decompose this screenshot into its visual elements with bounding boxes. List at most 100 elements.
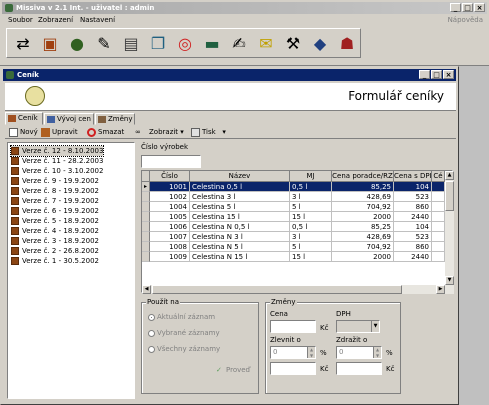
people-icon[interactable]: ☗	[335, 31, 359, 55]
row-indicator	[142, 252, 150, 262]
increase-percent-input[interactable]: 0 ▲ ▼	[336, 346, 382, 359]
money-bag-icon[interactable]: ●	[65, 31, 89, 55]
column-header[interactable]: Cena poradce/RZ	[332, 171, 394, 182]
increase-amount-input[interactable]	[336, 362, 382, 375]
scroll-right-icon[interactable]: ▶	[436, 285, 445, 294]
version-list[interactable]: Verze č. 12 - 8.10.2003 Verze č. 11 - 28.…	[7, 142, 135, 399]
table-cell: Celestina N 0,5 l	[190, 222, 290, 232]
table-cell: Celestina 0,5 l	[190, 182, 290, 192]
menu-napoveda[interactable]: Nápověda	[448, 15, 483, 26]
column-header[interactable]: Cé	[432, 171, 445, 182]
maximize-icon[interactable]: □	[431, 70, 442, 79]
vertical-scrollbar[interactable]: ▲ ▼	[445, 171, 454, 285]
scroll-thumb[interactable]	[445, 181, 454, 211]
changes-group: Změny Cena DPH Kč ▼ Zlevnit o Zdražit o …	[265, 298, 401, 394]
table-cell	[432, 182, 445, 192]
close-icon[interactable]: ×	[443, 70, 454, 79]
menu-zobrazeni[interactable]: Zobrazení	[38, 15, 73, 26]
discount-percent-input[interactable]: 0 ▲ ▼	[270, 346, 316, 359]
cenik-logo-icon	[6, 71, 14, 79]
row-indicator	[142, 202, 150, 212]
forms-icon[interactable]: ▤	[119, 31, 143, 55]
writing-icon[interactable]: ✍	[227, 31, 251, 55]
minimize-icon[interactable]: _	[419, 70, 430, 79]
table-cell: 3 l	[290, 232, 332, 242]
radio-label: Vybrané záznamy	[157, 329, 220, 337]
stepper-icon[interactable]: ▲ ▼	[307, 347, 315, 358]
increase-label: Zdražit o	[336, 336, 368, 344]
version-item[interactable]: Verze č. 4 - 18.9.2002	[11, 226, 99, 236]
scroll-thumb[interactable]	[152, 285, 402, 294]
scroll-left-icon[interactable]: ◀	[142, 285, 151, 294]
menu-soubor[interactable]: Soubor	[8, 15, 33, 26]
table-cell: 5 l	[290, 242, 332, 252]
apply-to-group: Použít na Aktuální záznam Vybrané záznam…	[141, 298, 259, 394]
product-number-input[interactable]	[141, 155, 201, 168]
book-icon[interactable]: ▬	[200, 31, 224, 55]
documents-icon[interactable]: ❐	[146, 31, 170, 55]
maximize-icon[interactable]: □	[462, 3, 473, 12]
print-button[interactable]: Tisk ▾	[191, 127, 226, 138]
lifebuoy-icon[interactable]: ◎	[173, 31, 197, 55]
tab-label: Změny	[108, 115, 133, 123]
version-item[interactable]: Verze č. 1 - 30.5.2002	[11, 256, 99, 266]
tab-vyvoj-cen[interactable]: Vývoj cen	[44, 113, 94, 125]
table-cell	[432, 222, 445, 232]
chevron-down-icon[interactable]: ▼	[371, 321, 379, 332]
form-title: Formulář ceníky	[348, 89, 444, 103]
view-button[interactable]: ∞ Zobrazit ▾	[135, 127, 184, 138]
bag-icon[interactable]: ▣	[38, 31, 62, 55]
price-input[interactable]	[270, 320, 316, 333]
hammer-icon[interactable]: ⚒	[281, 31, 305, 55]
scroll-up-icon[interactable]: ▲	[445, 171, 454, 180]
column-header[interactable]: MJ	[290, 171, 332, 182]
radio-current-record[interactable]: Aktuální záznam	[148, 313, 215, 322]
table-cell: 428,69	[332, 192, 394, 202]
minimize-icon[interactable]: _	[450, 3, 461, 12]
discount-amount-input[interactable]	[270, 362, 316, 375]
version-item[interactable]: Verze č. 11 - 28.2.2003	[11, 156, 103, 166]
edit-label: Upravit	[52, 128, 78, 136]
stepper-icon[interactable]: ▲ ▼	[373, 347, 381, 358]
menu-nastaveni[interactable]: Nastavení	[80, 15, 115, 26]
apply-button[interactable]: ✓ Proveď	[216, 366, 250, 375]
form-header: Formulář ceníky	[5, 83, 456, 111]
version-label: Verze č. 6 - 19.9.2002	[22, 207, 99, 215]
tab-cenik[interactable]: Ceník	[5, 112, 43, 125]
new-button[interactable]: Nový	[9, 127, 38, 138]
version-item[interactable]: Verze č. 9 - 19.9.2002	[11, 176, 99, 186]
column-header[interactable]: Číslo	[150, 171, 190, 182]
notes-icon[interactable]: ✉	[254, 31, 278, 55]
version-item[interactable]: Verze č. 6 - 19.9.2002	[11, 206, 99, 216]
tools-icon[interactable]: ✎	[92, 31, 116, 55]
version-item[interactable]: Verze č. 3 - 18.9.2002	[11, 236, 99, 246]
table-cell: Celestina 5 l	[190, 202, 290, 212]
edit-button[interactable]: Upravit	[41, 127, 78, 138]
column-header[interactable]: Název	[190, 171, 290, 182]
book-icon	[11, 177, 19, 185]
radio-selected-records[interactable]: Vybrané záznamy	[148, 329, 220, 338]
version-item[interactable]: Verze č. 12 - 8.10.2003	[9, 145, 105, 157]
transfer-icon[interactable]: ⇄	[11, 31, 35, 55]
version-item[interactable]: Verze č. 7 - 19.9.2002	[11, 196, 99, 206]
version-item[interactable]: Verze č. 10 - 3.10.2002	[11, 166, 103, 176]
tab-zmeny[interactable]: Změny	[95, 113, 135, 125]
radio-label: Aktuální záznam	[157, 313, 216, 321]
version-label: Verze č. 3 - 18.9.2002	[22, 237, 99, 245]
package-icon[interactable]: ◆	[308, 31, 332, 55]
vat-select[interactable]: ▼	[336, 320, 380, 333]
close-icon[interactable]: ×	[474, 3, 485, 12]
radio-all-records[interactable]: Všechny záznamy	[148, 345, 220, 354]
delete-button[interactable]: Smazat	[87, 127, 124, 138]
table-cell	[432, 252, 445, 262]
scroll-down-icon[interactable]: ▼	[445, 276, 454, 285]
version-item[interactable]: Verze č. 8 - 19.9.2002	[11, 186, 99, 196]
column-header[interactable]: Cena s DPH	[394, 171, 432, 182]
version-item[interactable]: Verze č. 2 - 26.8.2002	[11, 246, 99, 256]
product-number-label: Číslo výrobek	[141, 143, 189, 151]
table-cell: 1009	[150, 252, 190, 262]
table-cell: 15 l	[290, 252, 332, 262]
radio-dot	[148, 346, 155, 353]
horizontal-scrollbar[interactable]: ◀ ▶	[142, 285, 454, 294]
version-item[interactable]: Verze č. 5 - 18.9.2002	[11, 216, 99, 226]
